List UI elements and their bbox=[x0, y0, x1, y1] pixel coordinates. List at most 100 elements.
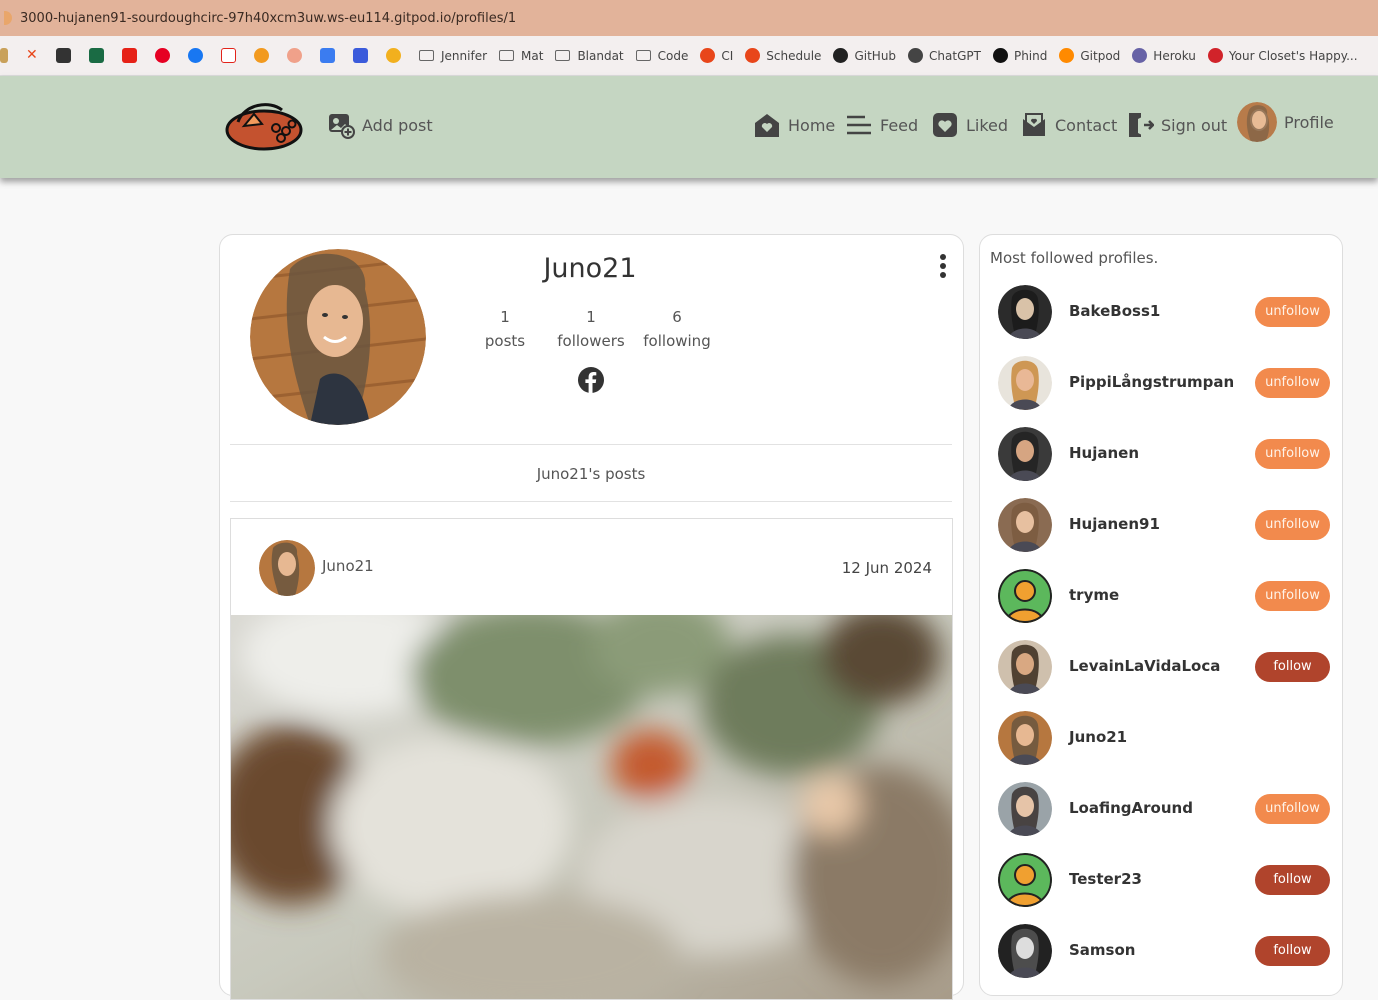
profile-avatar[interactable] bbox=[998, 640, 1052, 694]
play-icon[interactable] bbox=[254, 48, 275, 63]
post-date: 12 Jun 2024 bbox=[841, 559, 932, 577]
profile-row: LoafingAround unfollow bbox=[998, 782, 1332, 838]
bookmark-item[interactable]: GitHub bbox=[833, 48, 896, 63]
profile-avatar[interactable] bbox=[998, 853, 1052, 907]
profile-row-name[interactable]: BakeBoss1 bbox=[1069, 302, 1160, 320]
bookmark-label: ChatGPT bbox=[929, 48, 981, 63]
bookmark-label: Phind bbox=[1013, 48, 1048, 63]
profile-avatar[interactable] bbox=[998, 924, 1052, 978]
bookmark-item[interactable]: Gitpod bbox=[1059, 48, 1120, 63]
youtube-icon[interactable] bbox=[122, 48, 143, 63]
bookmark-label: Mat bbox=[521, 48, 544, 63]
profile-avatar[interactable] bbox=[998, 285, 1052, 339]
more-options-icon[interactable] bbox=[938, 253, 948, 281]
bookmark-favicon-icon bbox=[833, 48, 849, 63]
divider-top bbox=[230, 444, 952, 445]
bookmark-item[interactable]: CI bbox=[700, 48, 733, 63]
post-owner-avatar[interactable] bbox=[259, 540, 315, 596]
docs-icon[interactable] bbox=[320, 48, 341, 63]
bookmark-label: CI bbox=[721, 48, 734, 63]
profile-row-name[interactable]: Hujanen bbox=[1069, 444, 1139, 462]
profile-row: Hujanen91 unfollow bbox=[998, 498, 1332, 554]
facebook-bookmark-icon[interactable] bbox=[188, 48, 209, 63]
profile-row-name[interactable]: Juno21 bbox=[1069, 728, 1127, 746]
profile-row-name[interactable]: PippiLångstrumpan bbox=[1069, 373, 1234, 391]
profile-avatar[interactable] bbox=[998, 782, 1052, 836]
posts-heading: Juno21's posts bbox=[536, 465, 646, 483]
bookmark-icon-4[interactable] bbox=[89, 48, 110, 63]
posts-label: posts bbox=[484, 332, 526, 350]
bookmark-item[interactable]: Heroku bbox=[1132, 48, 1196, 63]
posts-count: 1 bbox=[500, 308, 510, 326]
divider-bottom bbox=[230, 501, 952, 502]
post-owner-name[interactable]: Juno21 bbox=[322, 557, 374, 575]
nav-contact[interactable]: Contact bbox=[1020, 108, 1117, 142]
bookmark-item[interactable]: Phind bbox=[992, 48, 1048, 63]
profile-row-name[interactable]: tryme bbox=[1069, 586, 1119, 604]
bookmark-label: Blandat bbox=[577, 48, 624, 63]
profile-avatar[interactable] bbox=[998, 498, 1052, 552]
m-icon[interactable] bbox=[353, 48, 374, 63]
url-text[interactable]: 3000-hujanen91-sourdoughcirc-97h40xcm3uw… bbox=[20, 11, 516, 26]
pinwheel-icon[interactable] bbox=[386, 48, 407, 63]
unfollow-button[interactable]: unfollow bbox=[1255, 368, 1330, 398]
most-followed-title: Most followed profiles. bbox=[990, 249, 1159, 267]
pinterest-icon[interactable] bbox=[155, 48, 176, 63]
unfollow-button[interactable]: unfollow bbox=[1255, 510, 1330, 540]
profile-row: PippiLångstrumpan unfollow bbox=[998, 356, 1332, 412]
bookmark-item[interactable]: Schedule bbox=[745, 48, 821, 63]
nav-sign-out[interactable]: Sign out bbox=[1126, 108, 1227, 142]
profile-avatar[interactable] bbox=[998, 569, 1052, 623]
profile-row-name[interactable]: LoafingAround bbox=[1069, 799, 1193, 817]
liked-heart-icon bbox=[933, 113, 957, 137]
unfollow-button[interactable]: unfollow bbox=[1255, 297, 1330, 327]
nav-feed[interactable]: Feed bbox=[845, 108, 918, 142]
post-image[interactable] bbox=[231, 615, 952, 999]
profile-row-name[interactable]: Hujanen91 bbox=[1069, 515, 1160, 533]
nav-avatar bbox=[1237, 102, 1277, 142]
bookmark-icon-3[interactable] bbox=[56, 48, 77, 63]
sourdough-logo-icon[interactable] bbox=[224, 98, 304, 152]
bookmark-item[interactable]: Code bbox=[635, 49, 688, 63]
bookmark-icon-1[interactable] bbox=[0, 48, 14, 63]
folder-icon bbox=[419, 50, 434, 61]
follow-button[interactable]: follow bbox=[1255, 652, 1330, 682]
bookmark-item[interactable]: Blandat bbox=[555, 48, 624, 63]
nav-sign-out-label: Sign out bbox=[1161, 115, 1228, 135]
nav-profile[interactable]: Profile bbox=[1237, 102, 1334, 142]
sign-out-door-icon bbox=[1129, 113, 1154, 137]
following-label: following bbox=[643, 332, 711, 350]
cloud-icon[interactable] bbox=[287, 48, 308, 63]
profile-avatar[interactable] bbox=[998, 427, 1052, 481]
profile-row-name[interactable]: LevainLaVidaLoca bbox=[1069, 657, 1220, 675]
facebook-icon[interactable] bbox=[577, 366, 605, 394]
profile-row-name[interactable]: Samson bbox=[1069, 941, 1135, 959]
bookmark-item[interactable]: Your Closet's Happy... bbox=[1207, 48, 1358, 63]
bookmark-label: GitHub bbox=[854, 48, 897, 63]
profile-row: LevainLaVidaLoca follow bbox=[998, 640, 1332, 696]
browser-address-bar[interactable]: 3000-hujanen91-sourdoughcirc-97h40xcm3uw… bbox=[0, 0, 1378, 36]
profile-name: Juno21 bbox=[543, 253, 637, 284]
profile-avatar[interactable] bbox=[998, 356, 1052, 410]
profile-card: Juno21 1 posts 1 followers 6 following J… bbox=[219, 234, 964, 1000]
follow-button[interactable]: follow bbox=[1255, 865, 1330, 895]
profile-avatar[interactable] bbox=[998, 711, 1052, 765]
bookmark-item[interactable]: Jennifer bbox=[419, 49, 487, 63]
profile-row: tryme unfollow bbox=[998, 569, 1332, 625]
site-favicon bbox=[4, 11, 12, 25]
nav-liked[interactable]: Liked bbox=[931, 108, 1008, 142]
nav-add-post[interactable]: Add post bbox=[327, 108, 433, 142]
nav-home[interactable]: Home bbox=[753, 108, 835, 142]
follow-button[interactable]: follow bbox=[1255, 936, 1330, 966]
profile-row-name[interactable]: Tester23 bbox=[1069, 870, 1142, 888]
bookmark-item[interactable]: ChatGPT bbox=[908, 48, 981, 63]
bookmark-item[interactable]: Mat bbox=[499, 49, 543, 63]
nav-contact-label: Contact bbox=[1055, 115, 1118, 135]
bookmark-label: Jennifer bbox=[441, 48, 488, 63]
post-card: Juno21 12 Jun 2024 bbox=[230, 518, 953, 1000]
unfollow-button[interactable]: unfollow bbox=[1255, 581, 1330, 611]
unfollow-button[interactable]: unfollow bbox=[1255, 794, 1330, 824]
unfollow-button[interactable]: unfollow bbox=[1255, 439, 1330, 469]
bookmark-x-icon[interactable]: ✕ bbox=[26, 48, 44, 63]
ica-icon[interactable] bbox=[221, 48, 242, 63]
